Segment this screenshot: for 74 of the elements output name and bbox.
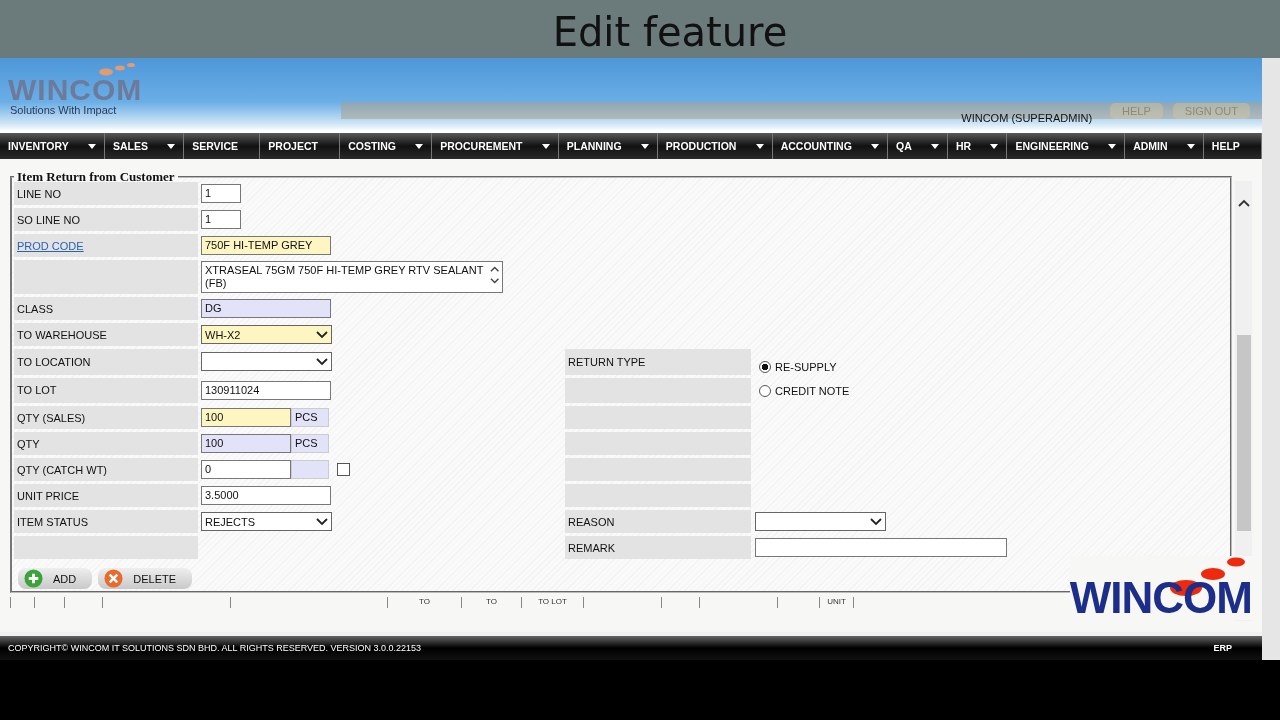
plus-icon — [24, 569, 43, 588]
input-field[interactable]: 750F HI-TEMP GREY — [201, 236, 331, 255]
unit-field — [291, 460, 329, 479]
input-field[interactable] — [755, 538, 1007, 557]
close-icon — [104, 569, 124, 588]
caret-icon — [990, 143, 999, 149]
dropdown-field[interactable]: WH-X2 — [201, 325, 332, 344]
field-label: UNIT PRICE — [14, 484, 198, 507]
dropdown-field[interactable]: REJECTS — [201, 512, 332, 531]
input-field[interactable]: 100 — [201, 408, 291, 427]
field-label: QTY — [14, 432, 198, 455]
chevron-down-icon — [870, 517, 882, 526]
input-field[interactable]: 0 — [201, 460, 291, 479]
column-header: TO — [461, 597, 521, 608]
logo-text: WINCOM — [8, 76, 144, 104]
chevron-down-icon — [316, 357, 328, 366]
brand-logo: WINCOM — [1069, 556, 1252, 620]
radio-option[interactable]: RE-SUPPLY — [759, 355, 1199, 379]
chevron-down-icon — [316, 330, 328, 339]
input-field[interactable]: 1 — [201, 210, 241, 229]
caret-icon — [755, 143, 764, 149]
field-label: TO WAREHOUSE — [14, 323, 198, 346]
caret-icon — [871, 143, 880, 149]
logo-dots-icon — [98, 62, 138, 76]
input-field[interactable]: DG — [201, 299, 331, 318]
unit-field: PCS — [291, 434, 329, 453]
input-field[interactable]: 100 — [201, 434, 291, 453]
field-label: SO LINE NO — [14, 208, 198, 231]
logo-tagline: Solutions With Impact — [10, 104, 118, 116]
product-label: ERP — [1213, 643, 1232, 653]
dropdown-field[interactable] — [201, 352, 332, 372]
field-label: TO LOT — [14, 377, 198, 403]
chevron-down-icon — [316, 517, 328, 526]
caret-icon — [541, 143, 550, 149]
caret-icon — [1186, 143, 1195, 149]
radio-option[interactable]: CREDIT NOTE — [759, 379, 1199, 403]
caret-icon — [87, 143, 96, 149]
radio-button[interactable] — [759, 385, 771, 397]
scroll-up-icon[interactable] — [1237, 199, 1250, 207]
input-field[interactable]: 130911024 — [201, 380, 331, 400]
field-label: QTY (SALES) — [14, 406, 198, 429]
caret-icon — [1108, 143, 1117, 149]
caret-icon — [931, 143, 940, 149]
field-label: LINE NO — [14, 182, 198, 205]
add-button[interactable]: ADD — [18, 568, 93, 589]
column-header: TO LOT — [521, 597, 583, 608]
caret-icon — [640, 143, 649, 149]
field-label: REMARK — [565, 536, 751, 559]
user-name: WINCOM (SUPERADMIN) — [961, 112, 1093, 124]
radio-label: CREDIT NOTE — [775, 385, 850, 397]
video-caption: Edit feature — [552, 8, 788, 55]
description-textarea[interactable]: XTRASEAL 75GM 750F HI-TEMP GREY RTV SEALANT (FB) — [201, 261, 503, 293]
column-header: UNIT — [819, 597, 853, 608]
field-label: QTY (CATCH WT) — [14, 458, 198, 481]
form-legend: Item Return from Customer — [14, 169, 178, 185]
checkbox[interactable] — [337, 463, 350, 476]
spinner-arrows-icon[interactable] — [489, 264, 499, 286]
input-field[interactable]: 3.5000 — [201, 486, 331, 505]
caret-icon — [167, 143, 176, 149]
field-label: REASON — [565, 510, 751, 533]
copyright-text: COPYRIGHT© WINCOM IT SOLUTIONS SDN BHD. ALL RIGHTS RESERVED. VERSION 3.0.0.22153 — [8, 643, 422, 653]
field-label-link[interactable]: PROD CODE — [14, 234, 198, 257]
radio-label: RE-SUPPLY — [775, 361, 837, 373]
field-label: RETURN TYPE — [565, 349, 751, 375]
delete-button[interactable]: DELETE — [98, 568, 193, 589]
input-field[interactable]: 1 — [201, 184, 241, 203]
caret-icon — [415, 143, 424, 149]
field-label: TO LOCATION — [14, 349, 198, 375]
field-label: CLASS — [14, 297, 198, 320]
field-label: ITEM STATUS — [14, 510, 198, 533]
dropdown-field[interactable] — [755, 512, 886, 531]
radio-button[interactable] — [759, 361, 771, 373]
column-header: TO — [387, 597, 461, 608]
unit-field: PCS — [291, 408, 329, 427]
